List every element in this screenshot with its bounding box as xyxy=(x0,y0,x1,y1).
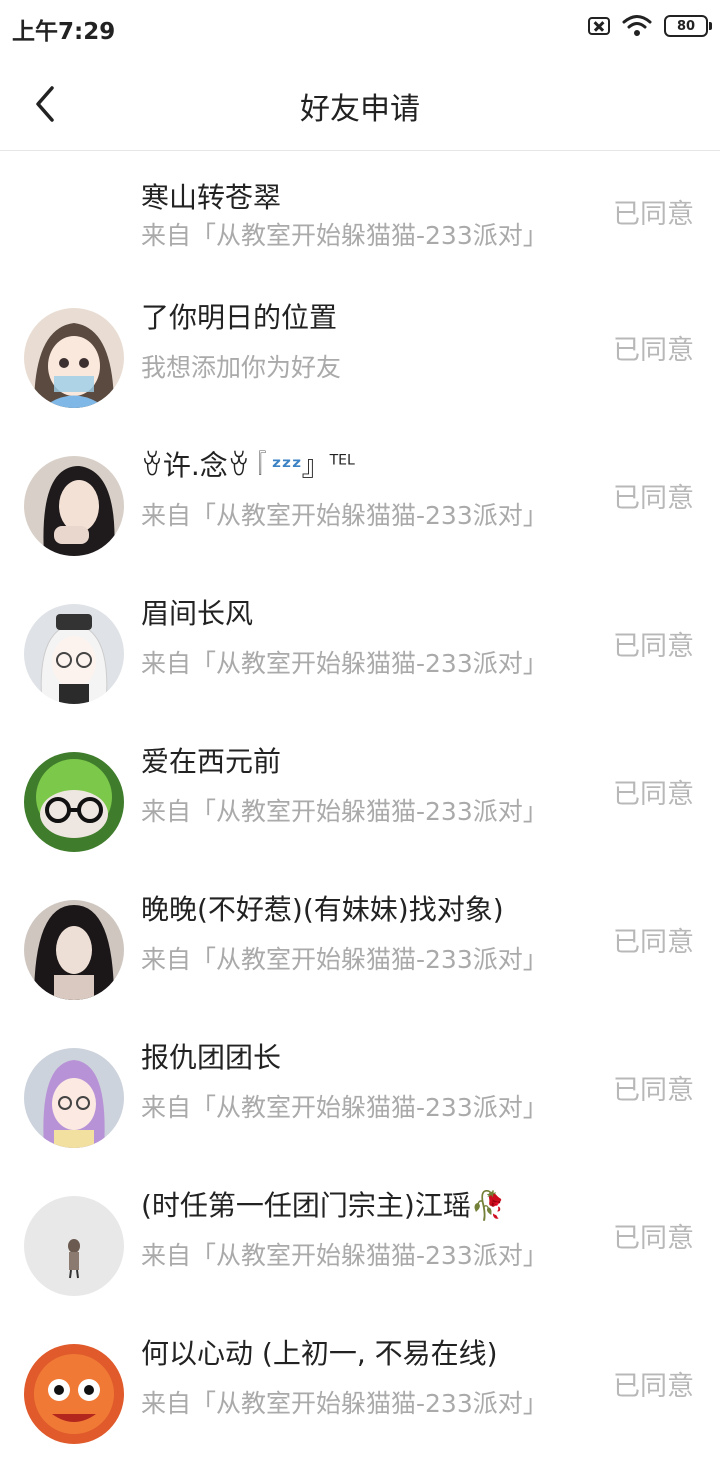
request-status: 已同意 xyxy=(613,1223,694,1254)
rose-icon: 🥀 xyxy=(470,1189,506,1222)
avatar[interactable] xyxy=(24,900,124,1000)
status-time: 上午7:29 xyxy=(12,19,116,45)
request-name: 眉间长风 xyxy=(141,597,254,630)
request-status: 已同意 xyxy=(613,335,694,366)
request-name: ꈊ许.念ꈊ『ᶻᶻᶻ』TEL xyxy=(141,449,355,482)
no-sim-icon xyxy=(588,17,610,35)
battery-level: 80 xyxy=(676,18,696,34)
nav-bar: 好友申请 xyxy=(0,56,720,151)
request-status: 已同意 xyxy=(613,927,694,958)
request-name: 爱在西元前 xyxy=(141,745,282,778)
avatar[interactable] xyxy=(24,604,124,704)
avatar[interactable] xyxy=(24,752,124,852)
request-row[interactable]: 报仇团团长 来自「从教室开始躲猫猫-233派对」 已同意 xyxy=(0,1038,720,1186)
battery-icon: 80 xyxy=(664,15,712,37)
request-status: 已同意 xyxy=(613,779,694,810)
request-row[interactable]: 何以心动 (上初一, 不易在线) 来自「从教室开始躲猫猫-233派对」 已同意 xyxy=(0,1334,720,1482)
wifi-icon xyxy=(622,15,652,36)
request-subtitle: 我想添加你为好友 xyxy=(141,353,342,382)
request-subtitle: 来自「从教室开始躲猫猫-233派对」 xyxy=(141,797,548,826)
request-name: 了你明日的位置 xyxy=(141,301,338,334)
request-name: 报仇团团长 xyxy=(141,1041,282,1074)
request-status: 已同意 xyxy=(613,631,694,662)
status-icons: 80 xyxy=(588,14,712,38)
request-status: 已同意 xyxy=(613,1371,694,1402)
request-status: 已同意 xyxy=(613,199,694,230)
avatar[interactable] xyxy=(24,1196,124,1296)
request-row[interactable]: (时任第一任团门宗主)江瑶🥀 来自「从教室开始躲猫猫-233派对」 已同意 xyxy=(0,1186,720,1334)
request-row[interactable]: 眉间长风 来自「从教室开始躲猫猫-233派对」 已同意 xyxy=(0,594,720,742)
status-bar: 上午7:29 80 xyxy=(0,0,720,56)
request-subtitle: 来自「从教室开始躲猫猫-233派对」 xyxy=(141,221,548,250)
request-subtitle: 来自「从教室开始躲猫猫-233派对」 xyxy=(141,1093,548,1122)
avatar[interactable] xyxy=(24,1048,124,1148)
request-subtitle: 来自「从教室开始躲猫猫-233派对」 xyxy=(141,1389,548,1418)
request-status: 已同意 xyxy=(613,1075,694,1106)
request-subtitle: 来自「从教室开始躲猫猫-233派对」 xyxy=(141,945,548,974)
request-row[interactable]: ꈊ许.念ꈊ『ᶻᶻᶻ』TEL 来自「从教室开始躲猫猫-233派对」 已同意 xyxy=(0,446,720,594)
request-row[interactable]: 晚晚(不好惹)(有妹妹)找对象) 来自「从教室开始躲猫猫-233派对」 已同意 xyxy=(0,890,720,1038)
request-status: 已同意 xyxy=(613,483,694,514)
avatar[interactable] xyxy=(24,456,124,556)
friend-request-list: 寒山转苍翠 来自「从教室开始躲猫猫-233派对」 已同意 了你明日的位置 我想添… xyxy=(0,150,720,1482)
avatar[interactable] xyxy=(24,308,124,408)
request-row[interactable]: 了你明日的位置 我想添加你为好友 已同意 xyxy=(0,298,720,446)
request-subtitle: 来自「从教室开始躲猫猫-233派对」 xyxy=(141,649,548,678)
zzz-icon: ᶻᶻᶻ xyxy=(271,453,302,481)
request-row[interactable]: 寒山转苍翠 来自「从教室开始躲猫猫-233派对」 已同意 xyxy=(0,150,720,298)
request-name: 晚晚(不好惹)(有妹妹)找对象) xyxy=(141,893,504,926)
request-name: 寒山转苍翠 xyxy=(141,181,282,214)
request-name: 何以心动 (上初一, 不易在线) xyxy=(141,1337,498,1370)
page-title: 好友申请 xyxy=(300,92,420,127)
avatar[interactable] xyxy=(24,1344,124,1444)
request-name: (时任第一任团门宗主)江瑶🥀 xyxy=(141,1189,506,1222)
request-subtitle: 来自「从教室开始躲猫猫-233派对」 xyxy=(141,1241,548,1270)
request-subtitle: 来自「从教室开始躲猫猫-233派对」 xyxy=(141,501,548,530)
request-row[interactable]: 爱在西元前 来自「从教室开始躲猫猫-233派对」 已同意 xyxy=(0,742,720,890)
